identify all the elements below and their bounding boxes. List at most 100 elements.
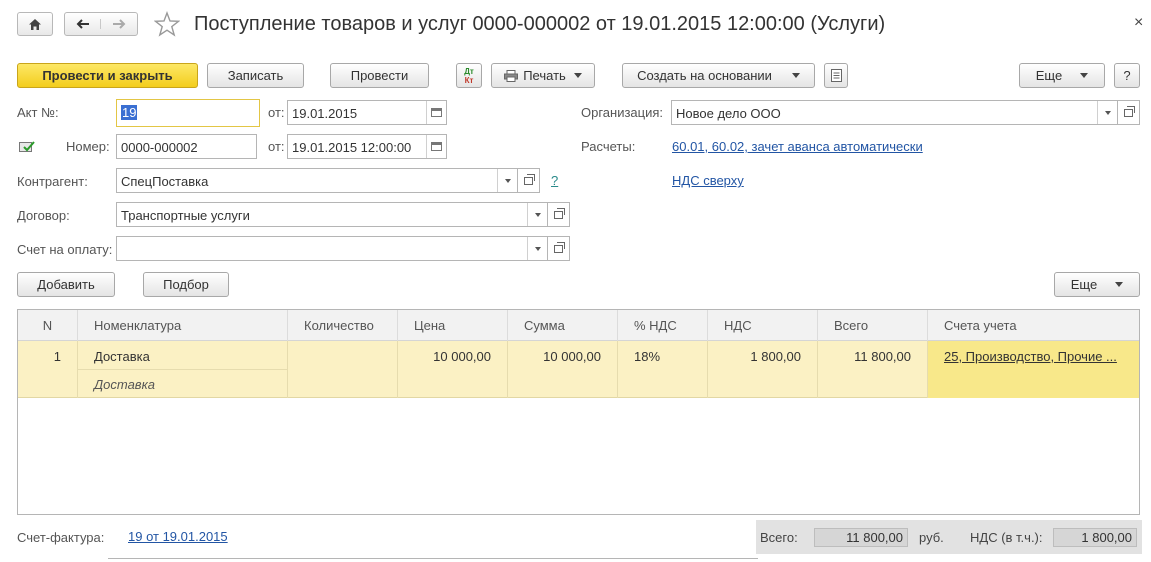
- table-more-button[interactable]: Еще: [1054, 272, 1140, 297]
- chevron-down-icon[interactable]: [527, 203, 547, 226]
- act-date-field[interactable]: 19.01.2015: [287, 100, 447, 125]
- organization-open-button[interactable]: [1118, 100, 1140, 125]
- open-icon: [554, 207, 565, 219]
- vat-rate-value: 18%: [634, 349, 661, 364]
- create-based-on-button[interactable]: Создать на основании: [622, 63, 815, 88]
- act-number-field[interactable]: 19: [116, 99, 260, 127]
- invoice-for-payment-label: Счет на оплату:: [17, 242, 113, 257]
- back-arrow-icon[interactable]: [65, 19, 101, 29]
- post-button[interactable]: Провести: [330, 63, 429, 88]
- column-header[interactable]: НДС: [708, 310, 818, 341]
- help-button[interactable]: ?: [1114, 63, 1140, 88]
- counterparty-open-button[interactable]: [518, 168, 540, 193]
- act-date-from-label: от:: [268, 105, 285, 120]
- column-header[interactable]: % НДС: [618, 310, 708, 341]
- print-label: Печать: [523, 68, 566, 83]
- open-icon: [524, 173, 535, 185]
- price-value: 10 000,00: [433, 349, 491, 364]
- posted-status-icon: [19, 140, 35, 156]
- add-row-button[interactable]: Добавить: [17, 272, 115, 297]
- act-number-label: Акт №:: [17, 105, 59, 120]
- favorite-star-icon[interactable]: [153, 11, 181, 40]
- invoice-for-payment-open-button[interactable]: [548, 236, 570, 261]
- number-date-from-label: от:: [268, 139, 285, 154]
- table-header: N Номенклатура Количество Цена Сумма % Н…: [18, 310, 1139, 341]
- goods-table[interactable]: N Номенклатура Количество Цена Сумма % Н…: [17, 309, 1140, 515]
- currency-label: руб.: [919, 530, 944, 545]
- column-header[interactable]: Номенклатура: [78, 310, 288, 341]
- counterparty-help-link[interactable]: ?: [551, 173, 558, 188]
- accounts-cell[interactable]: 25, Производство, Прочие ...: [928, 341, 1139, 398]
- open-icon: [554, 241, 565, 253]
- report-button[interactable]: [824, 63, 848, 88]
- page-title: Поступление товаров и услуг 0000-000002 …: [194, 13, 886, 35]
- number-value: 0000-000002: [121, 140, 198, 155]
- table-row[interactable]: 1 Доставка Доставка 10 000,00 10 000,00 …: [18, 341, 1139, 398]
- act-date-value: 19.01.2015: [292, 106, 358, 121]
- chevron-down-icon[interactable]: [1097, 101, 1117, 124]
- number-field[interactable]: 0000-000002: [116, 134, 257, 159]
- column-header[interactable]: Сумма: [508, 310, 618, 341]
- printer-icon: [504, 69, 519, 82]
- contract-field[interactable]: Транспортные услуги: [116, 202, 548, 227]
- chevron-down-icon[interactable]: [497, 169, 517, 192]
- kt-label: Кт: [464, 75, 474, 85]
- open-icon: [1124, 105, 1135, 117]
- column-header[interactable]: N: [18, 310, 78, 341]
- save-button[interactable]: Записать: [207, 63, 304, 88]
- chevron-down-icon: [1115, 282, 1124, 287]
- total-value: 11 800,00: [854, 349, 911, 364]
- contract-open-button[interactable]: [548, 202, 570, 227]
- sum-cell[interactable]: 10 000,00: [508, 341, 618, 398]
- contract-label: Договор:: [17, 208, 70, 223]
- column-header[interactable]: Всего: [818, 310, 928, 341]
- pick-button[interactable]: Подбор: [143, 272, 229, 297]
- number-date-field[interactable]: 19.01.2015 12:00:00: [287, 134, 447, 159]
- column-header[interactable]: Цена: [398, 310, 508, 341]
- vat-cell[interactable]: 1 800,00: [708, 341, 818, 398]
- chevron-down-icon[interactable]: [527, 237, 547, 260]
- chevron-down-icon: [573, 73, 582, 78]
- calendar-icon[interactable]: [426, 135, 446, 158]
- dt-kt-button[interactable]: Дт Кт: [456, 63, 482, 88]
- settlements-label: Расчеты:: [581, 139, 636, 154]
- close-icon[interactable]: ×: [1134, 14, 1143, 32]
- comment-field[interactable]: [108, 558, 758, 562]
- accounts-link[interactable]: 25, Производство, Прочие ...: [944, 349, 1117, 364]
- sum-value: 10 000,00: [543, 349, 601, 364]
- history-nav: [64, 12, 138, 36]
- settlements-link[interactable]: 60.01, 60.02, зачет аванса автоматически: [672, 139, 923, 154]
- document-icon: [830, 69, 842, 82]
- counterparty-field[interactable]: СпецПоставка: [116, 168, 518, 193]
- vat-rate-cell[interactable]: 18%: [618, 341, 708, 398]
- vat-total-amount: 1 800,00: [1053, 528, 1137, 547]
- quantity-cell[interactable]: [288, 341, 398, 398]
- column-header[interactable]: Количество: [288, 310, 398, 341]
- calendar-icon[interactable]: [426, 101, 446, 124]
- price-cell[interactable]: 10 000,00: [398, 341, 508, 398]
- home-button[interactable]: [17, 12, 53, 36]
- item-cell[interactable]: Доставка Доставка: [78, 341, 288, 398]
- table-more-label: Еще: [1070, 277, 1098, 292]
- create-based-on-label: Создать на основании: [637, 68, 772, 83]
- home-icon: [29, 18, 41, 30]
- column-header[interactable]: Счета учета: [928, 310, 1139, 341]
- print-button[interactable]: Печать: [491, 63, 595, 88]
- total-cell[interactable]: 11 800,00: [818, 341, 928, 398]
- chevron-down-icon: [791, 73, 800, 78]
- counterparty-value: СпецПоставка: [121, 174, 209, 189]
- more-label: Еще: [1035, 68, 1063, 83]
- organization-field[interactable]: Новое дело ООО: [671, 100, 1118, 125]
- invoice-for-payment-field[interactable]: [116, 236, 548, 261]
- more-button[interactable]: Еще: [1019, 63, 1105, 88]
- chevron-down-icon: [1080, 73, 1089, 78]
- counterparty-label: Контрагент:: [17, 174, 88, 189]
- number-date-value: 19.01.2015 12:00:00: [292, 140, 412, 155]
- vat-on-top-link[interactable]: НДС сверху: [672, 173, 744, 188]
- forward-arrow-icon[interactable]: [101, 19, 137, 29]
- invoice-link[interactable]: 19 от 19.01.2015: [128, 529, 228, 544]
- act-number-value: 19: [121, 105, 138, 120]
- post-and-close-button[interactable]: Провести и закрыть: [17, 63, 198, 88]
- total-amount: 11 800,00: [814, 528, 908, 547]
- vat-total-label: НДС (в т.ч.):: [970, 530, 1043, 545]
